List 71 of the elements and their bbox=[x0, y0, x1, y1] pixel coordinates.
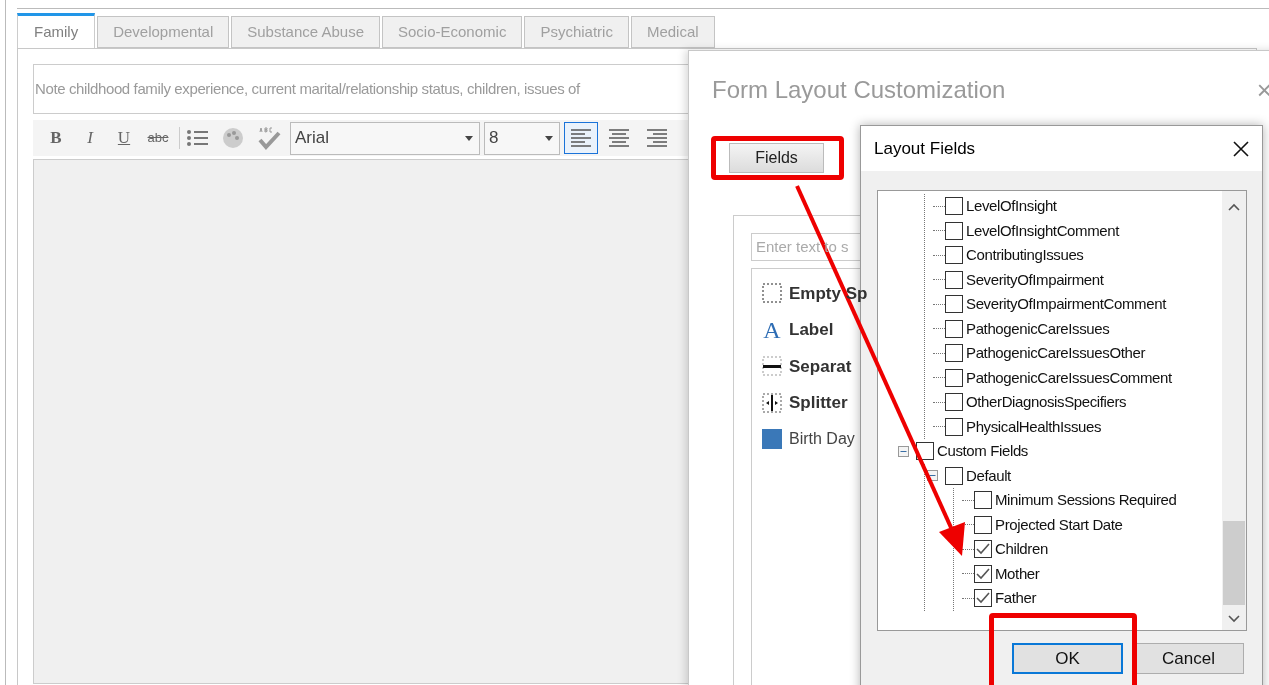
checkbox[interactable] bbox=[974, 540, 992, 559]
note-placeholder: Note childhood family experience, current marital/relationship status, children, issues of bbox=[35, 78, 580, 99]
strike-button[interactable]: abc bbox=[143, 124, 173, 152]
checkbox[interactable] bbox=[945, 344, 963, 363]
checkbox[interactable] bbox=[945, 417, 963, 436]
field-color-icon bbox=[762, 429, 782, 450]
tree-item-label[interactable]: PathogenicCareIssuesComment bbox=[966, 366, 1172, 389]
italic-button[interactable]: I bbox=[75, 124, 105, 152]
fields-tab[interactable]: Fields bbox=[729, 143, 824, 173]
caret-icon bbox=[465, 135, 473, 141]
dialog-button[interactable]: OK bbox=[1012, 643, 1123, 674]
scroll-down-icon[interactable] bbox=[1228, 615, 1240, 623]
tree-item-label[interactable]: SeverityOfImpairment bbox=[966, 268, 1104, 291]
splitter-icon bbox=[762, 392, 782, 413]
spellcheck-icon[interactable] bbox=[256, 126, 282, 150]
dialog-title: Layout Fields bbox=[874, 137, 976, 160]
underline-button[interactable]: U bbox=[109, 124, 139, 152]
close-icon[interactable] bbox=[1232, 139, 1250, 158]
align-left-button[interactable] bbox=[564, 122, 598, 154]
size-dropdown[interactable]: 8 bbox=[484, 121, 560, 155]
element-label[interactable]: Splitter bbox=[789, 390, 848, 416]
tree-item-label[interactable]: Children bbox=[995, 538, 1048, 561]
tree-item-label[interactable]: SeverityOfImpairmentComment bbox=[966, 293, 1166, 316]
checkbox[interactable] bbox=[945, 295, 963, 314]
checkbox[interactable] bbox=[945, 197, 963, 216]
tree-item-label[interactable]: PhysicalHealthIssues bbox=[966, 415, 1102, 438]
list-icon[interactable] bbox=[186, 128, 210, 148]
checkbox[interactable] bbox=[945, 466, 963, 485]
bold-button[interactable]: B bbox=[41, 124, 71, 152]
checkbox[interactable] bbox=[945, 319, 963, 338]
checkbox[interactable] bbox=[945, 246, 963, 265]
checkbox[interactable] bbox=[974, 589, 992, 608]
checkbox[interactable] bbox=[974, 515, 992, 534]
palette-icon[interactable] bbox=[222, 127, 244, 149]
font-dropdown[interactable]: Arial bbox=[290, 121, 480, 155]
tree-item-label[interactable]: Custom Fields bbox=[937, 440, 1028, 463]
tree-item-label[interactable]: Father bbox=[995, 587, 1037, 610]
checkbox[interactable] bbox=[945, 368, 963, 387]
dashed-square-icon bbox=[762, 283, 782, 304]
tree-item-label[interactable]: PathogenicCareIssues bbox=[966, 317, 1110, 340]
element-label[interactable]: Separat bbox=[789, 353, 852, 379]
align-center-icon bbox=[607, 127, 631, 149]
element-label[interactable]: Label bbox=[789, 317, 834, 343]
tree-item-label[interactable]: LevelOfInsight bbox=[966, 195, 1057, 218]
element-label[interactable]: Empty Sp bbox=[789, 280, 868, 306]
tree-item-label[interactable]: Projected Start Date bbox=[995, 513, 1123, 536]
checkbox[interactable] bbox=[945, 221, 963, 240]
tab[interactable]: Family bbox=[17, 13, 96, 48]
tree-item-label[interactable]: Minimum Sessions Required bbox=[995, 489, 1177, 512]
scroll-thumb[interactable] bbox=[1223, 521, 1245, 605]
letter-a-icon: A bbox=[762, 317, 782, 342]
scrollbar[interactable] bbox=[1222, 191, 1246, 630]
element-label[interactable]: Birth Day bbox=[789, 427, 855, 452]
checkbox[interactable] bbox=[945, 270, 963, 289]
tree-item-label[interactable]: OtherDiagnosisSpecifiers bbox=[966, 391, 1127, 414]
checkbox[interactable] bbox=[945, 393, 963, 412]
align-right-icon bbox=[645, 127, 669, 149]
tree-item-label[interactable]: ContributingIssues bbox=[966, 244, 1084, 267]
collapse-icon[interactable] bbox=[927, 470, 938, 482]
scroll-up-icon[interactable] bbox=[1228, 203, 1240, 211]
separator-icon bbox=[762, 356, 782, 377]
tree-item-label[interactable]: Mother bbox=[995, 562, 1040, 585]
align-left-icon bbox=[569, 127, 593, 149]
caret-icon bbox=[545, 135, 553, 141]
tree-item-label[interactable]: LevelOfInsightComment bbox=[966, 219, 1120, 242]
tree-item-label[interactable]: PathogenicCareIssuesOther bbox=[966, 342, 1146, 365]
checkbox[interactable] bbox=[974, 491, 992, 510]
dialog-title: Form Layout Customization bbox=[712, 75, 1006, 105]
tree-item-label[interactable]: Default bbox=[966, 464, 1011, 487]
checkbox[interactable] bbox=[974, 564, 992, 583]
collapse-icon[interactable] bbox=[898, 445, 909, 457]
